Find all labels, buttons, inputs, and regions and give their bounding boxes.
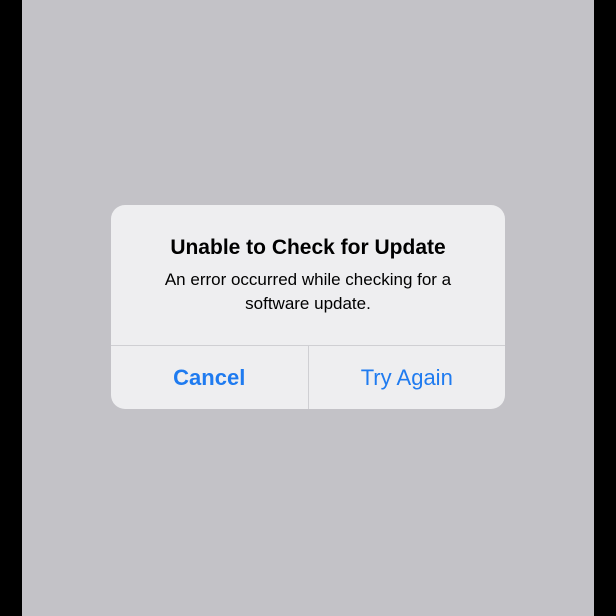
alert-dialog: Unable to Check for Update An error occu…: [111, 205, 505, 409]
alert-body: Unable to Check for Update An error occu…: [111, 205, 505, 345]
try-again-button[interactable]: Try Again: [309, 346, 506, 409]
alert-title: Unable to Check for Update: [170, 236, 446, 259]
alert-message: An error occurred while checking for a s…: [164, 270, 452, 313]
alert-actions: Cancel Try Again: [111, 345, 505, 409]
device-frame: Unable to Check for Update An error occu…: [0, 0, 616, 616]
screen-background: Unable to Check for Update An error occu…: [22, 0, 594, 616]
cancel-button[interactable]: Cancel: [111, 346, 308, 409]
